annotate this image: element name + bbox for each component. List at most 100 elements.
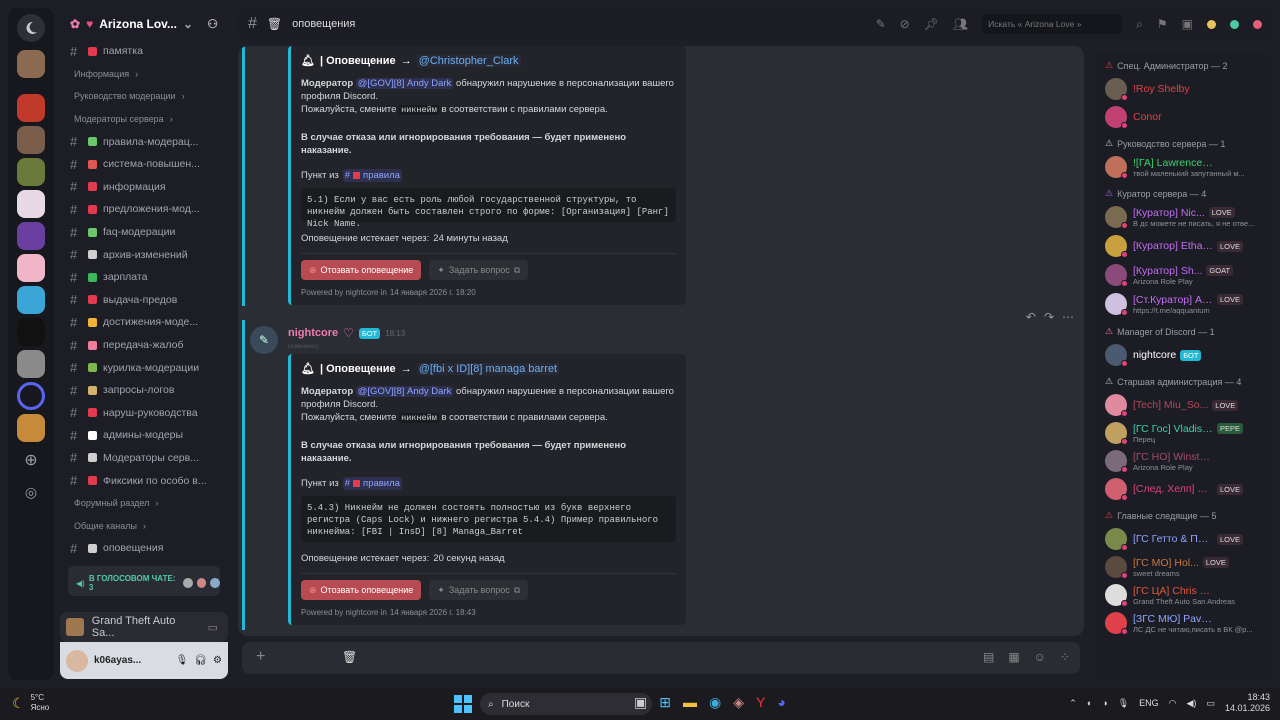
yandex-icon[interactable]: Y xyxy=(756,694,765,711)
channel-item[interactable]: # памятка xyxy=(60,40,228,63)
channel-item[interactable]: # зарплата xyxy=(60,266,228,289)
reply-icon[interactable]: ↶ xyxy=(1026,310,1036,324)
member-item[interactable]: [Куратор] Sh... GOAT Arizona Role Play xyxy=(1105,262,1265,288)
channel-category[interactable]: Руководство модерации › xyxy=(60,85,228,108)
search-icon[interactable]: ⌕ xyxy=(1136,17,1143,32)
search-input[interactable]: Искать « Arizona Love » xyxy=(982,14,1123,34)
channel-category[interactable]: Модераторы сервера › xyxy=(60,108,228,131)
member-item[interactable]: [Ст.Куратор] Aq... LOVE https://t.me/aqqua… xyxy=(1105,291,1265,317)
edge-icon[interactable]: ◉ xyxy=(709,694,721,711)
mute-icon[interactable]: ⊘ xyxy=(900,17,910,31)
member-item[interactable]: [ГС Гос] Vladisla... PEPE Перец xyxy=(1105,420,1265,446)
inbox-icon[interactable]: ⚑ xyxy=(1157,17,1168,31)
channel-item[interactable]: # система-повышен... xyxy=(60,153,228,176)
user-mention[interactable]: @[fbi x ID][8] managa barret xyxy=(416,362,560,375)
channel-item[interactable]: # Модераторы серв... xyxy=(60,447,228,470)
server-icon[interactable] xyxy=(17,50,45,78)
ask-question-button[interactable]: ✦ Задать вопрос ⧉ xyxy=(429,580,529,600)
store-icon[interactable]: ⊞ xyxy=(659,694,671,711)
channel-item[interactable]: # выдача-предов xyxy=(60,289,228,312)
task-view-icon[interactable]: ▣ xyxy=(634,694,647,711)
volume-icon[interactable]: ◀) xyxy=(1187,698,1197,709)
chat-bubble-icon[interactable]: ▭ xyxy=(208,621,218,634)
member-item[interactable]: [ГС МО] Hol... LOVE sweet dreams xyxy=(1105,554,1265,580)
channel-mention[interactable]: # правила xyxy=(342,477,402,490)
microphone-icon[interactable]: 🎙︎ xyxy=(176,655,189,666)
channel-item[interactable]: # курилка-модерации xyxy=(60,356,228,379)
server-icon[interactable] xyxy=(17,286,45,314)
server-icon[interactable] xyxy=(17,126,45,154)
server-icon[interactable] xyxy=(17,414,45,442)
plus-icon[interactable]: + xyxy=(256,648,265,666)
message-author[interactable]: nightcore xyxy=(288,327,338,339)
member-item[interactable]: [ГС ЦА] Chris YoungGrand Theft Auto San … xyxy=(1105,582,1265,608)
avatar[interactable] xyxy=(66,649,88,672)
emoji-icon[interactable]: ☺ xyxy=(1034,650,1046,664)
tray-icon[interactable]: ◐ xyxy=(1087,698,1092,708)
guild-header[interactable]: ✿ ♥ Arizona Lov... ⌄ ⚇ xyxy=(60,8,228,40)
server-icon[interactable] xyxy=(17,254,45,282)
add-server-icon[interactable]: ⊕ xyxy=(17,446,45,474)
channel-item[interactable]: # архив-изменений xyxy=(60,243,228,266)
member-item[interactable]: [ГС НО] Winston_Wilson...Arizona Role Pl… xyxy=(1105,448,1265,474)
folder-icon[interactable]: ▬ xyxy=(683,694,697,711)
channel-item[interactable]: # предложения-мод... xyxy=(60,198,228,221)
clock[interactable]: 18:43 14.01.2026 xyxy=(1225,692,1270,714)
wifi-icon[interactable]: ◠ xyxy=(1169,698,1177,709)
taskbar-search[interactable]: ⌕ Поиск xyxy=(480,693,652,715)
member-item[interactable]: [Tech] Miu_So... LOVE xyxy=(1105,392,1265,418)
sticker-icon[interactable]: ▦ xyxy=(1008,650,1019,664)
member-item[interactable]: [След. Хелп] Mi... LOVE xyxy=(1105,476,1265,502)
app-icon[interactable]: ◈ xyxy=(733,694,744,711)
channel-item[interactable]: # информация xyxy=(60,176,228,199)
member-item[interactable]: !Roy Shelby xyxy=(1105,76,1265,102)
moderator-mention[interactable]: @[GOV][8] Andy Dark xyxy=(355,386,454,397)
channel-category[interactable]: Общие каналы › xyxy=(60,514,228,537)
username[interactable]: k06ayas... xyxy=(94,655,141,666)
channel-item[interactable]: # faq-модерации xyxy=(60,221,228,244)
channel-item[interactable]: # передача-жалоб xyxy=(60,334,228,357)
channel-item[interactable]: # оповещения xyxy=(60,537,228,560)
member-item[interactable]: ![ГА] Lawrence_Jenkinsтвой маленький зап… xyxy=(1105,154,1265,180)
server-icon[interactable] xyxy=(17,350,45,378)
chevron-up-icon[interactable]: ⌃ xyxy=(1069,698,1077,709)
battery-icon[interactable]: ▭ xyxy=(1206,698,1215,709)
user-mention[interactable]: @Christopher_Clark xyxy=(416,54,521,67)
revoke-button[interactable]: ⊗ Отозвать оповещение xyxy=(301,580,422,600)
members-icon[interactable]: 👥︎ xyxy=(953,17,968,31)
gif-icon[interactable]: ▤ xyxy=(983,650,994,664)
pin-icon[interactable]: 📌︎ xyxy=(924,17,939,31)
forward-icon[interactable]: ↷ xyxy=(1044,310,1054,324)
server-icon[interactable] xyxy=(17,318,45,346)
window-dot-pink[interactable] xyxy=(1253,19,1262,29)
window-dot-green[interactable] xyxy=(1230,19,1239,29)
mic-icon[interactable]: 🎙︎ xyxy=(1118,698,1129,709)
server-icon[interactable] xyxy=(17,94,45,122)
moon-icon[interactable] xyxy=(17,14,45,42)
headphones-icon[interactable]: 🎧︎ xyxy=(194,655,207,666)
channel-item[interactable]: # запросы-логов xyxy=(60,379,228,402)
revoke-button[interactable]: ⊗ Отозвать оповещение xyxy=(301,260,422,280)
channel-category[interactable]: Информация › xyxy=(60,63,228,86)
apps-icon[interactable]: ⁘ xyxy=(1060,650,1070,664)
member-item[interactable]: [ГС Гетто & ПСХ]... LOVE xyxy=(1105,526,1265,552)
member-item[interactable]: [Куратор] Nic... LOVE В дс можете не писат… xyxy=(1105,204,1265,230)
windows-start-icon[interactable] xyxy=(454,695,472,713)
channel-item[interactable]: # достижения-моде... xyxy=(60,311,228,334)
channel-item[interactable]: # наруш-руководства xyxy=(60,402,228,425)
channel-mention[interactable]: # правила xyxy=(342,169,402,182)
avatar[interactable]: ✎ xyxy=(250,326,278,354)
discover-icon[interactable]: ◎ xyxy=(17,478,45,506)
channel-category[interactable]: Форумный раздел › xyxy=(60,492,228,515)
server-icon[interactable] xyxy=(17,382,45,410)
member-item[interactable]: [Куратор] Ethan ... LOVE xyxy=(1105,233,1265,259)
help-icon[interactable]: ▣ xyxy=(1182,17,1193,31)
server-icon[interactable] xyxy=(17,158,45,186)
member-item[interactable]: [ЗГС МЮ] Pavel_Voldem...ЛС ДС не читаю,п… xyxy=(1105,610,1265,636)
channel-item[interactable]: # правила-модерац... xyxy=(60,130,228,153)
threads-icon[interactable]: ✎ xyxy=(876,17,886,31)
server-icon[interactable] xyxy=(17,190,45,218)
add-member-icon[interactable]: ⚇ xyxy=(207,17,218,31)
member-item[interactable]: nightcore БОТ xyxy=(1105,342,1265,368)
tray-icon[interactable]: ◑ xyxy=(1102,698,1107,708)
